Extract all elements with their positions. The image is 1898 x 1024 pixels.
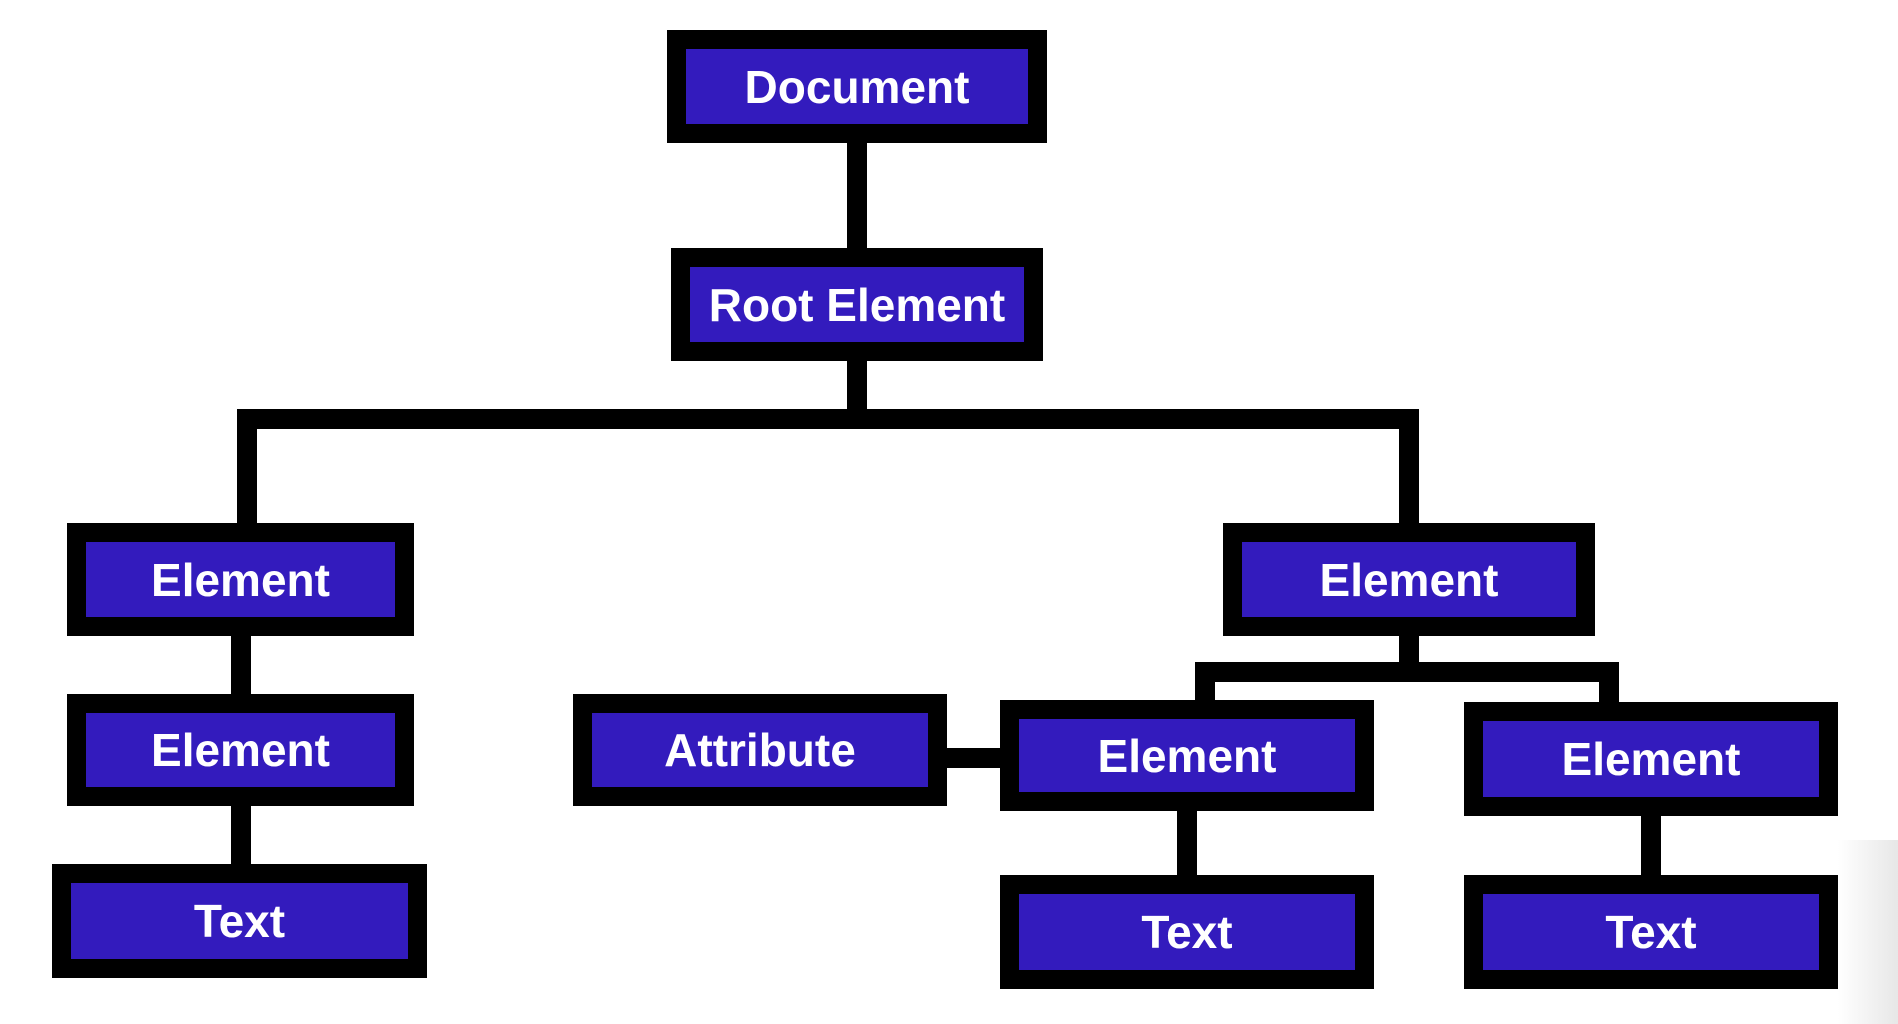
- node-label: Root Element: [690, 267, 1024, 342]
- connector-right-branch: [1195, 662, 1619, 682]
- node-element-left[interactable]: Element: [67, 523, 414, 636]
- connector-root-branch: [237, 409, 1419, 429]
- connector-left-element-child: [231, 634, 251, 696]
- connector-far-text: [1641, 814, 1661, 877]
- node-element-mid[interactable]: Element: [1000, 700, 1374, 811]
- edge-shadow: [1838, 840, 1898, 1024]
- node-attribute[interactable]: Attribute: [573, 694, 947, 806]
- node-element-far[interactable]: Element: [1464, 702, 1838, 816]
- node-label: Element: [1242, 542, 1576, 617]
- node-label: Element: [1483, 721, 1819, 797]
- node-label: Document: [686, 49, 1028, 124]
- connector-right-branch-mid: [1195, 662, 1215, 702]
- node-label: Attribute: [592, 713, 928, 787]
- connector-right-branch-far: [1599, 662, 1619, 704]
- connector-left-child-text: [231, 804, 251, 866]
- node-label: Text: [71, 883, 408, 959]
- node-text-far[interactable]: Text: [1464, 875, 1838, 989]
- connector-document-root: [847, 140, 867, 250]
- node-label: Element: [1019, 719, 1355, 792]
- connector-mid-text: [1177, 809, 1197, 877]
- node-label: Element: [86, 713, 395, 787]
- node-root-element[interactable]: Root Element: [671, 248, 1043, 361]
- connector-right-down: [1399, 634, 1419, 664]
- node-text-mid[interactable]: Text: [1000, 875, 1374, 989]
- node-label: Text: [1483, 894, 1819, 970]
- connector-attribute-element: [945, 748, 1002, 768]
- node-document[interactable]: Document: [667, 30, 1047, 143]
- node-element-left-child[interactable]: Element: [67, 694, 414, 806]
- node-label: Text: [1019, 894, 1355, 970]
- node-text-left[interactable]: Text: [52, 864, 427, 978]
- connector-branch-left: [237, 409, 257, 525]
- connector-branch-right: [1399, 409, 1419, 525]
- node-element-right[interactable]: Element: [1223, 523, 1595, 636]
- node-label: Element: [86, 542, 395, 617]
